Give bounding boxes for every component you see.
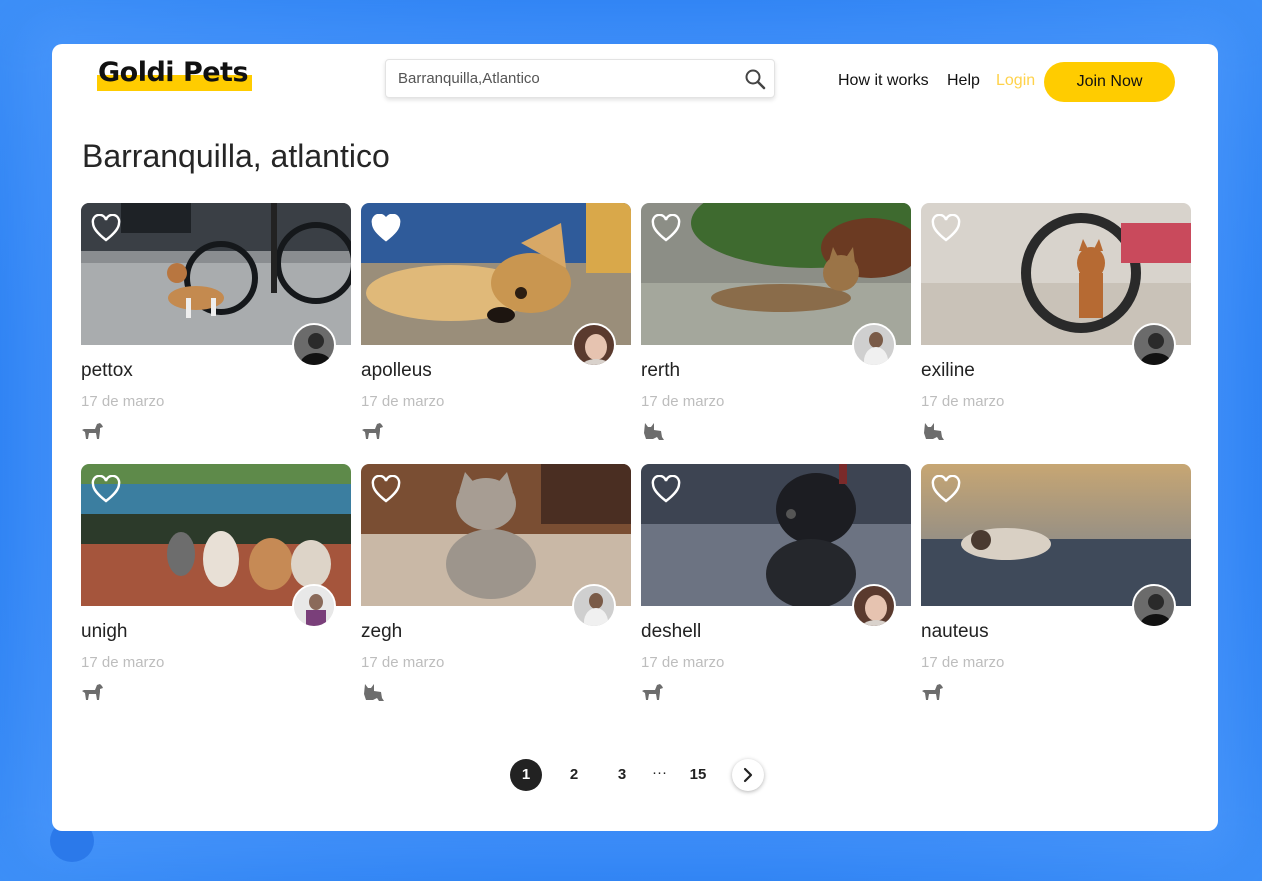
pet-name[interactable]: nauteus	[921, 621, 989, 643]
pet-date: 17 de marzo	[921, 654, 1005, 671]
nav-login[interactable]: Login	[996, 72, 1035, 90]
pet-name[interactable]: unigh	[81, 621, 128, 643]
pet-card[interactable]: unigh 17 de marzo	[81, 464, 351, 704]
search-box	[385, 59, 775, 98]
dog-icon	[82, 423, 103, 439]
logo-text: Goldi Pets	[98, 57, 249, 88]
pet-card[interactable]: zegh 17 de marzo	[361, 464, 631, 704]
cat-icon	[644, 423, 664, 440]
avatar[interactable]	[1132, 323, 1176, 367]
logo[interactable]: Goldi Pets	[97, 56, 252, 92]
avatar[interactable]	[292, 584, 336, 628]
pagination-ellipsis: ···	[652, 764, 667, 781]
heart-icon[interactable]	[91, 475, 121, 503]
cat-icon	[364, 684, 384, 701]
nav-how-it-works[interactable]: How it works	[838, 72, 929, 90]
heart-icon[interactable]	[371, 475, 401, 503]
pet-name[interactable]: deshell	[641, 621, 701, 643]
pet-card[interactable]: exiline 17 de marzo	[921, 203, 1191, 443]
avatar[interactable]	[1132, 584, 1176, 628]
page-button-1[interactable]: 1	[510, 759, 542, 791]
heart-icon[interactable]	[371, 214, 401, 242]
page-button-2[interactable]: 2	[558, 759, 590, 791]
heart-icon[interactable]	[651, 475, 681, 503]
dog-icon	[82, 684, 103, 700]
pet-name[interactable]: zegh	[361, 621, 402, 643]
next-page-button[interactable]	[732, 759, 764, 791]
pet-date: 17 de marzo	[641, 393, 725, 410]
search-icon[interactable]	[744, 68, 766, 90]
nav-help[interactable]: Help	[947, 72, 980, 90]
heart-icon[interactable]	[931, 475, 961, 503]
page-button-15[interactable]: 15	[682, 759, 714, 791]
cat-icon	[924, 423, 944, 440]
avatar[interactable]	[852, 584, 896, 628]
chevron-right-icon	[743, 767, 753, 783]
heart-icon[interactable]	[651, 214, 681, 242]
pet-date: 17 de marzo	[81, 393, 165, 410]
avatar[interactable]	[572, 584, 616, 628]
pet-date: 17 de marzo	[81, 654, 165, 671]
dog-icon	[922, 684, 943, 700]
avatar[interactable]	[292, 323, 336, 367]
pet-name[interactable]: exiline	[921, 360, 975, 382]
dog-icon	[642, 684, 663, 700]
pet-name[interactable]: pettox	[81, 360, 133, 382]
pet-name[interactable]: apolleus	[361, 360, 432, 382]
pet-date: 17 de marzo	[921, 393, 1005, 410]
pet-card[interactable]: apolleus 17 de marzo	[361, 203, 631, 443]
join-now-button[interactable]: Join Now	[1044, 62, 1175, 102]
heart-icon[interactable]	[931, 214, 961, 242]
pet-name[interactable]: rerth	[641, 360, 680, 382]
pet-date: 17 de marzo	[361, 393, 445, 410]
search-input[interactable]	[398, 60, 728, 97]
page-button-3[interactable]: 3	[606, 759, 638, 791]
heart-icon[interactable]	[91, 214, 121, 242]
pet-card[interactable]: nauteus 17 de marzo	[921, 464, 1191, 704]
pet-card[interactable]: deshell 17 de marzo	[641, 464, 911, 704]
page-title: Barranquilla, atlantico	[82, 138, 390, 174]
main-card: Goldi Pets How it works Help Login Join …	[52, 44, 1218, 831]
avatar[interactable]	[852, 323, 896, 367]
pet-card[interactable]: pettox 17 de marzo	[81, 203, 351, 443]
pet-card[interactable]: rerth 17 de marzo	[641, 203, 911, 443]
pet-date: 17 de marzo	[361, 654, 445, 671]
avatar[interactable]	[572, 323, 616, 367]
dog-icon	[362, 423, 383, 439]
pet-date: 17 de marzo	[641, 654, 725, 671]
